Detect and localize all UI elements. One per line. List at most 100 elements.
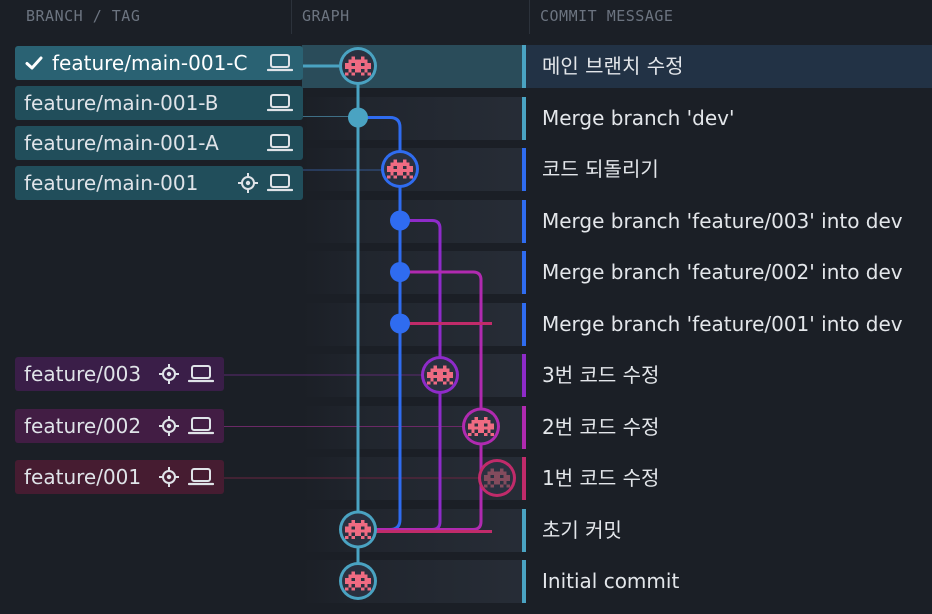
avatar-pixel	[348, 574, 352, 578]
avatar-pixel	[358, 529, 362, 533]
avatar-pixel	[358, 577, 362, 581]
avatar-pixel	[484, 478, 488, 482]
avatar-pixel	[364, 577, 368, 581]
avatar-pixel	[471, 423, 475, 427]
branch-tag-actions	[158, 460, 215, 494]
avatar-pixel	[497, 481, 501, 485]
laptop-icon[interactable]	[187, 467, 215, 487]
avatar-pixel	[427, 371, 431, 375]
avatar-pixel	[406, 169, 410, 173]
avatar-pixel	[358, 532, 362, 536]
avatar-pixel	[487, 481, 491, 485]
avatar-pixel	[364, 69, 368, 73]
avatar-pixel	[471, 429, 475, 433]
avatar-pixel	[493, 481, 497, 485]
avatar-pixel	[503, 471, 507, 475]
avatar-pixel	[387, 175, 391, 179]
avatar-pixel	[354, 59, 358, 63]
avatar-pixel	[364, 581, 368, 585]
avatar-pixel	[361, 523, 365, 527]
avatar-pixel	[490, 484, 494, 488]
avatar-pixel	[406, 165, 410, 169]
branch-tag[interactable]: feature/main-001-A	[15, 126, 303, 160]
avatar-pixel	[474, 432, 478, 437]
avatar-pixel	[361, 59, 365, 63]
laptop-icon[interactable]	[266, 133, 294, 153]
branch-tag[interactable]: feature/main-001-B	[15, 86, 303, 120]
target-icon[interactable]	[158, 466, 180, 488]
avatar-pixel	[440, 368, 444, 372]
avatar-pixel	[433, 365, 437, 369]
avatar-pixel	[436, 375, 440, 379]
avatar-pixel	[471, 420, 475, 424]
branch-tag[interactable]: feature/main-001-C	[15, 46, 303, 80]
avatar-pixel	[449, 371, 453, 375]
avatar-pixel	[361, 574, 365, 578]
avatar-pixel	[348, 584, 352, 588]
avatar-pixel	[443, 365, 447, 369]
avatar-pixel	[403, 159, 407, 163]
avatar-pixel	[500, 478, 504, 482]
avatar-pixel	[361, 56, 365, 60]
avatar-pixel	[443, 381, 447, 385]
avatar-pixel	[487, 471, 491, 475]
avatar-pixel	[348, 577, 352, 581]
avatar-pixel	[433, 368, 437, 372]
avatar-pixel	[468, 426, 472, 430]
avatar-pixel	[345, 66, 349, 70]
target-icon[interactable]	[158, 415, 180, 437]
avatar-pixel	[433, 375, 437, 379]
avatar-pixel	[358, 66, 362, 70]
laptop-icon[interactable]	[266, 93, 294, 113]
avatar-pixel	[345, 535, 349, 540]
target-icon[interactable]	[237, 172, 259, 194]
laptop-icon[interactable]	[266, 53, 294, 73]
avatar-pixel	[364, 532, 368, 536]
avatar-pixel	[484, 432, 488, 437]
avatar-pixel	[393, 175, 397, 179]
avatar-pixel	[443, 368, 447, 372]
branch-tag[interactable]: feature/main-001	[15, 166, 303, 200]
avatar-pixel	[484, 426, 488, 430]
branch-tag[interactable]: feature/001	[15, 460, 224, 494]
avatar-pixel	[468, 432, 472, 437]
avatar-pixel	[345, 577, 349, 581]
avatar-pixel	[364, 529, 368, 533]
laptop-icon[interactable]	[266, 173, 294, 193]
branch-tag[interactable]: feature/002	[15, 409, 224, 443]
avatar-pixel	[446, 371, 450, 375]
avatar-pixel	[358, 526, 362, 530]
avatar-pixel	[396, 162, 400, 166]
avatar-pixel	[351, 523, 355, 527]
avatar-pixel	[500, 468, 504, 472]
avatar-pixel	[367, 577, 371, 581]
avatar-pixel	[367, 535, 371, 540]
avatar-pixel	[446, 375, 450, 379]
avatar-pixel	[403, 162, 407, 166]
avatar-pixel	[351, 72, 355, 76]
avatar-pixel	[351, 571, 355, 575]
avatar-pixel	[367, 581, 371, 585]
avatar-pixel	[367, 62, 371, 66]
avatar-pixel	[497, 474, 501, 478]
avatar-pixel	[361, 535, 365, 540]
avatar-pixel	[477, 429, 481, 433]
branch-tag-actions	[266, 46, 294, 80]
avatar-pixel	[364, 523, 368, 527]
avatar-pixel	[361, 587, 365, 591]
branch-tag[interactable]: feature/003	[15, 357, 224, 391]
avatar-pixel	[449, 381, 453, 385]
target-icon[interactable]	[158, 363, 180, 385]
branch-tag-label: feature/main-001-C	[52, 51, 248, 75]
avatar-pixel	[361, 571, 365, 575]
avatar-pixel	[487, 423, 491, 427]
avatar-pixel	[484, 420, 488, 424]
laptop-icon[interactable]	[187, 364, 215, 384]
avatar-pixel	[474, 416, 478, 421]
avatar-pixel	[487, 429, 491, 433]
avatar-pixel	[348, 581, 352, 585]
avatar-pixel	[354, 523, 358, 527]
avatar-pixel	[427, 375, 431, 379]
laptop-icon[interactable]	[187, 416, 215, 436]
avatar-pixel	[361, 66, 365, 70]
